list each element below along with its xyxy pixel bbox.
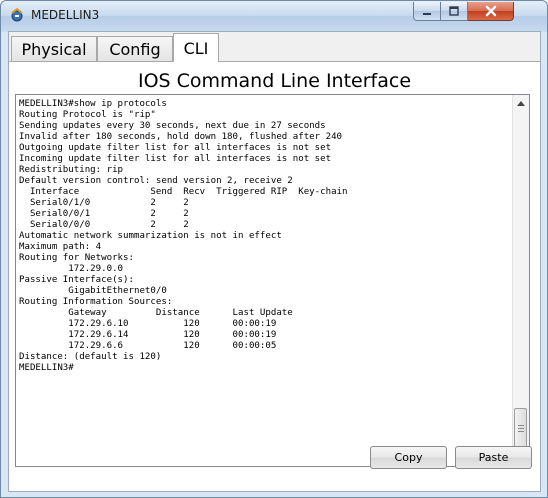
scroll-thumb[interactable] bbox=[514, 408, 527, 449]
terminal-line: MEDELLIN3# bbox=[19, 363, 74, 373]
minimize-button[interactable] bbox=[413, 2, 441, 21]
panel-title: IOS Command Line Interface bbox=[137, 70, 412, 92]
close-button[interactable] bbox=[468, 2, 514, 21]
maximize-button[interactable] bbox=[441, 2, 468, 21]
terminal-output: Password:MEDELLIN3#show ip protocolsRout… bbox=[19, 95, 509, 374]
maximize-icon bbox=[449, 6, 459, 16]
device-dialog: Physical Config CLI IOS Command Line Int… bbox=[8, 31, 541, 492]
tab-config-label: Config bbox=[109, 39, 161, 59]
terminal-line: Distance: (default is 120) bbox=[19, 352, 162, 362]
grip-line bbox=[518, 425, 524, 426]
terminal-line: 172.29.6.10 120 00:00:19 bbox=[19, 319, 277, 329]
terminal-line: Routing Protocol is "rip" bbox=[19, 110, 156, 120]
cli-terminal[interactable]: Password:MEDELLIN3#show ip protocolsRout… bbox=[15, 94, 530, 467]
tab-strip: Physical Config CLI bbox=[9, 32, 540, 62]
terminal-line: Default version control: send version 2,… bbox=[19, 176, 293, 186]
terminal-line: Maximum path: 4 bbox=[19, 242, 102, 252]
router-app-icon bbox=[11, 7, 23, 22]
terminal-line: 172.29.6.14 120 00:00:19 bbox=[19, 330, 277, 340]
grip-line bbox=[518, 431, 524, 432]
terminal-line: Invalid after 180 seconds, hold down 180… bbox=[19, 132, 343, 142]
terminal-line: Automatic network summarization is not i… bbox=[19, 231, 282, 241]
terminal-line: 172.29.6.6 120 00:00:05 bbox=[19, 341, 277, 351]
tab-config[interactable]: Config bbox=[97, 36, 173, 61]
terminal-line: GigabitEthernet0/0 bbox=[19, 286, 167, 296]
terminal-line: 172.29.0.0 bbox=[19, 264, 124, 274]
tab-cli-label: CLI bbox=[183, 38, 209, 58]
terminal-line: MEDELLIN3#show ip protocols bbox=[19, 99, 167, 109]
arrow-up-icon bbox=[517, 100, 525, 106]
terminal-line: Routing for Networks: bbox=[19, 253, 134, 263]
tab-physical-label: Physical bbox=[21, 39, 87, 59]
terminal-line: Redistributing: rip bbox=[19, 165, 124, 175]
terminal-line: Passive Interface(s): bbox=[19, 275, 134, 285]
minimize-icon bbox=[423, 13, 431, 15]
tab-physical[interactable]: Physical bbox=[11, 36, 97, 61]
terminal-line: Gateway Distance Last Update bbox=[19, 308, 293, 318]
close-icon bbox=[485, 5, 496, 17]
grip-line bbox=[518, 428, 524, 429]
terminal-line: Interface Send Recv Triggered RIP Key-ch… bbox=[19, 187, 348, 197]
terminal-line: Sending updates every 30 seconds, next d… bbox=[19, 121, 326, 131]
terminal-line: Serial0/1/0 2 2 bbox=[19, 198, 189, 208]
terminal-line: Routing Information Sources: bbox=[19, 297, 173, 307]
terminal-line: Incoming update filter list for all inte… bbox=[19, 154, 332, 164]
terminal-line: Outgoing update filter list for all inte… bbox=[19, 143, 332, 153]
vertical-scrollbar[interactable] bbox=[512, 95, 529, 466]
title-bar[interactable]: MEDELLIN3 bbox=[1, 1, 547, 31]
tab-cli[interactable]: CLI bbox=[173, 33, 219, 62]
window-title: MEDELLIN3 bbox=[31, 8, 100, 22]
terminal-line: Serial0/0/1 2 2 bbox=[19, 209, 189, 219]
tab-divider bbox=[9, 61, 540, 62]
copy-button[interactable]: Copy bbox=[370, 446, 447, 469]
terminal-line: Serial0/0/0 2 2 bbox=[19, 220, 189, 230]
paste-button[interactable]: Paste bbox=[455, 446, 532, 469]
app-window: MEDELLIN3 Physical Config CLI IOS Comman… bbox=[0, 0, 548, 498]
scroll-up-button[interactable] bbox=[513, 95, 529, 111]
